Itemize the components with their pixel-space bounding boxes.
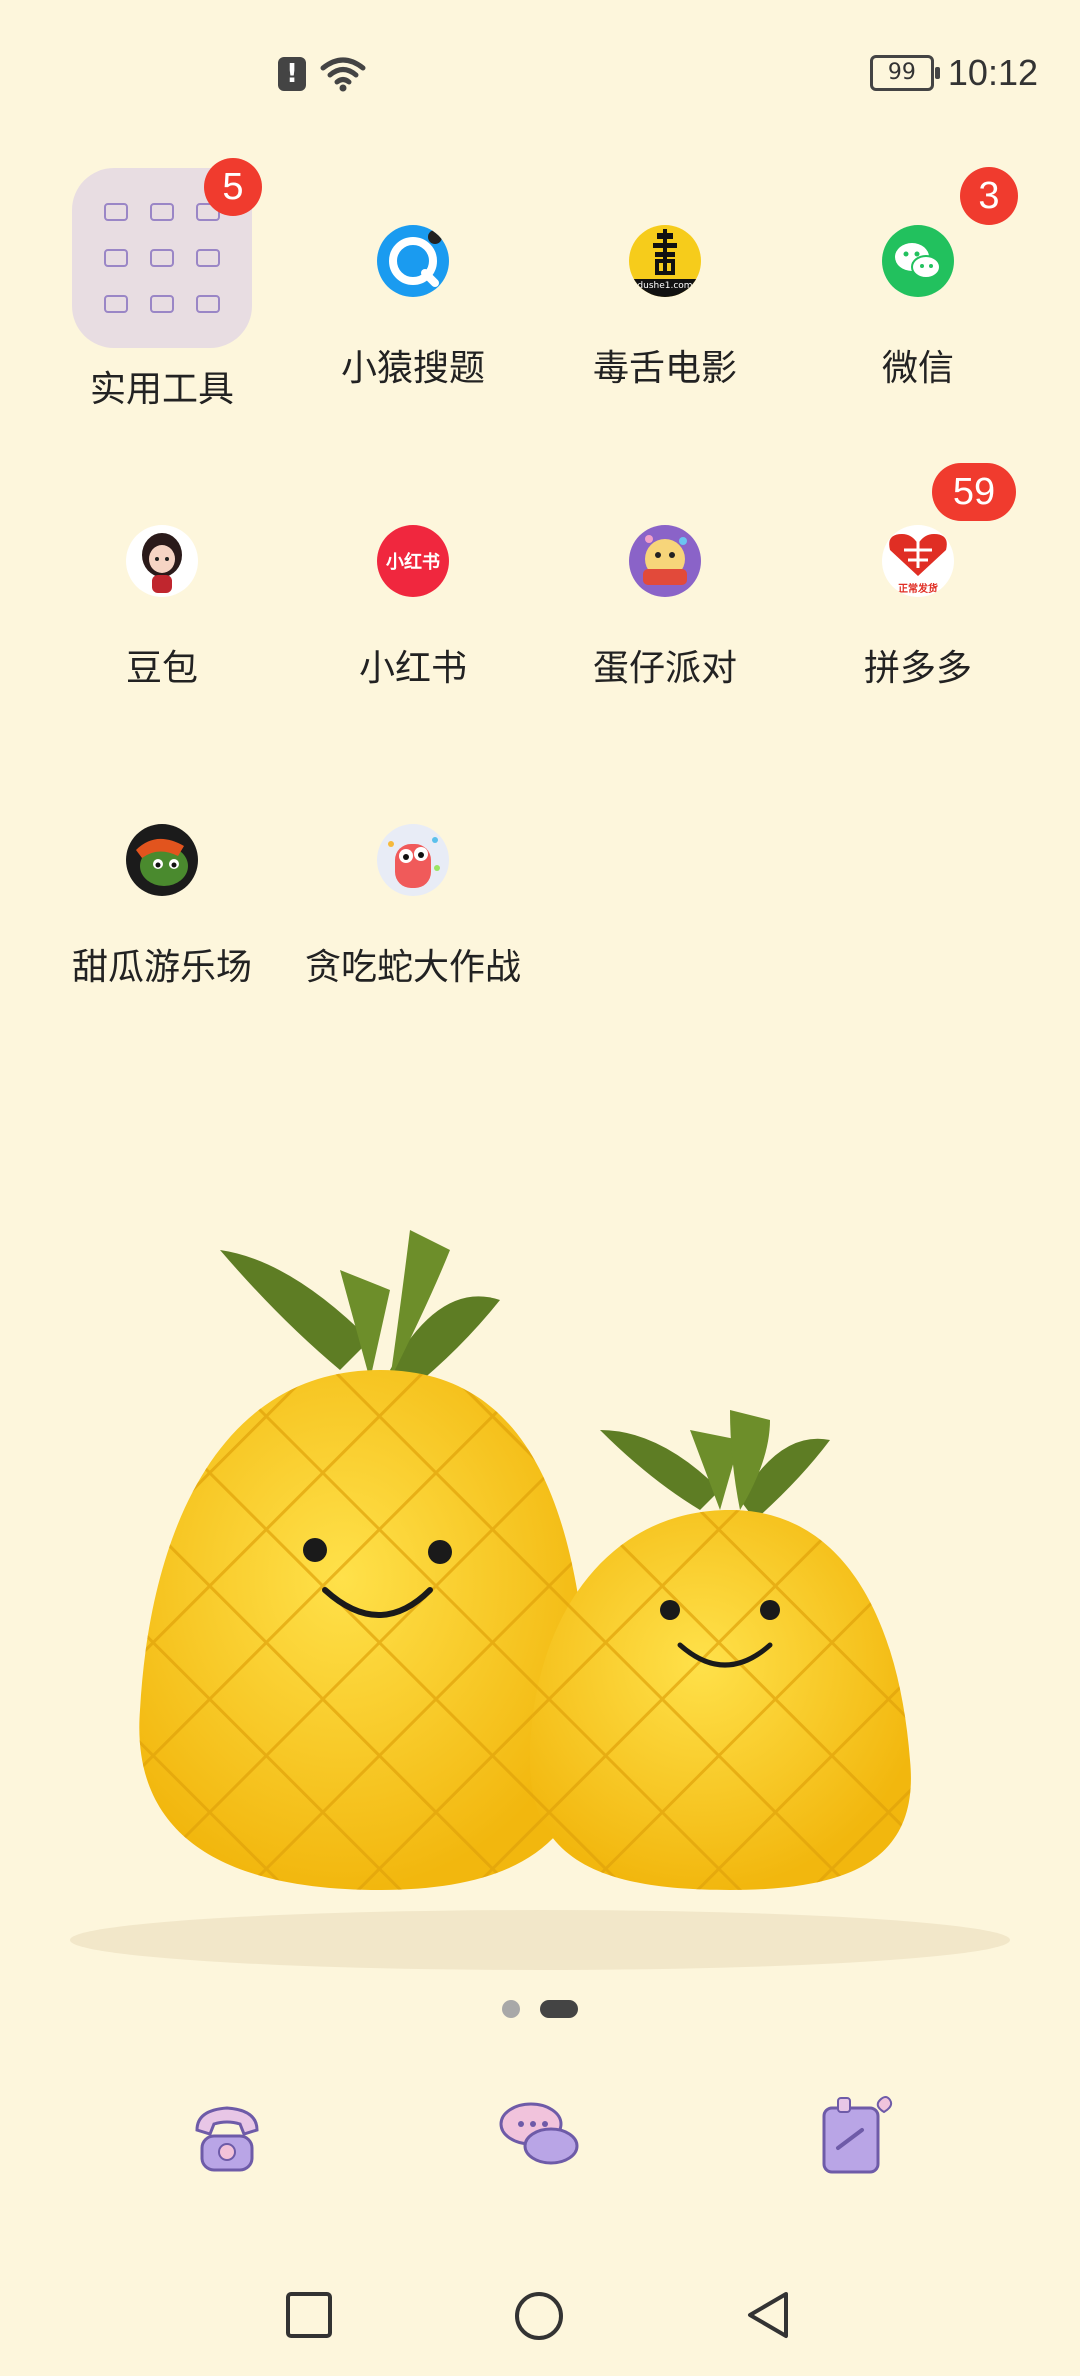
dushe-url: dushe1.com [629,279,701,297]
app-tiangua[interactable]: 甜瓜游乐场 [37,824,287,990]
status-right: 99 10:12 [869,52,1038,94]
leaves-small [600,1410,830,1520]
page-indicator[interactable] [0,2000,1080,2018]
app-xiaohongshu[interactable]: 小红书 小红书 [288,525,538,691]
folder-app-icon [150,249,174,267]
dushe-icon: dushe1.com [629,225,701,297]
danzai-icon [629,525,701,597]
battery-icon: 99 [869,55,940,91]
folder-app-icon [104,249,128,267]
folder-app-icon [104,203,128,221]
notification-badge: 5 [204,158,262,216]
app-folder-tools[interactable]: 5 实用工具 [37,158,287,412]
tiangua-icon [126,824,198,896]
dock [0,2090,1080,2200]
pinduoduo-icon-text: 正常发货 [898,583,938,595]
messages-icon[interactable] [495,2090,585,2180]
status-bar: ! 99 10:12 [0,0,1080,150]
folder-app-icon [104,295,128,313]
folder-app-icon [196,295,220,313]
phone-icon[interactable] [182,2090,272,2180]
folder-app-icon [150,295,174,313]
app-danzai[interactable]: 蛋仔派对 [540,525,790,691]
notification-badge: 59 [932,463,1016,521]
app-label: 小猿搜题 [340,348,485,389]
app-label: 拼多多 [863,648,972,689]
alert-icon: ! [278,57,306,91]
app-snake[interactable]: 贪吃蛇大作战 [288,824,538,990]
xiaohongshu-icon-text: 小红书 [386,552,440,573]
xiaohongshu-icon: 小红书 [377,525,449,597]
app-label: 甜瓜游乐场 [71,947,252,988]
app-label: 毒舌电影 [592,348,737,389]
contacts-icon[interactable] [808,2090,898,2180]
folder-app-icon [150,203,174,221]
folder-app-icon [196,249,220,267]
app-label: 微信 [881,348,954,389]
clock: 10:12 [947,52,1038,93]
app-label: 实用工具 [89,369,234,410]
notification-badge: 3 [960,167,1018,225]
app-label: 豆包 [125,648,198,689]
app-label: 贪吃蛇大作战 [304,947,521,988]
pineapple-wallpaper [70,1230,1010,1970]
app-label: 蛋仔派对 [592,648,737,689]
app-dushe[interactable]: dushe1.com 毒舌电影 [540,225,790,391]
app-doubao[interactable]: 豆包 [37,525,287,691]
doubao-icon [126,525,198,597]
app-label: 小红书 [358,648,467,689]
navigation-bar [0,2280,1080,2350]
snake-icon [377,824,449,896]
battery-level: 99 [887,60,916,85]
leaves-big [220,1230,500,1390]
home-button[interactable] [513,2290,563,2340]
status-left: ! [278,56,366,92]
xiaoyuan-icon [377,225,449,297]
pinduoduo-icon: 正常发货 [882,525,954,597]
page-dot[interactable] [502,2000,520,2018]
app-pinduoduo[interactable]: 正常发货 59 拼多多 [793,463,1043,691]
page-dot-active[interactable] [540,2000,578,2018]
wifi-icon [320,57,366,92]
wechat-icon [882,225,954,297]
app-xiaoyuan[interactable]: 小猿搜题 [288,225,538,391]
recents-button[interactable] [284,2290,334,2340]
app-wechat[interactable]: 3 微信 [793,167,1043,391]
back-button[interactable] [744,2290,794,2340]
